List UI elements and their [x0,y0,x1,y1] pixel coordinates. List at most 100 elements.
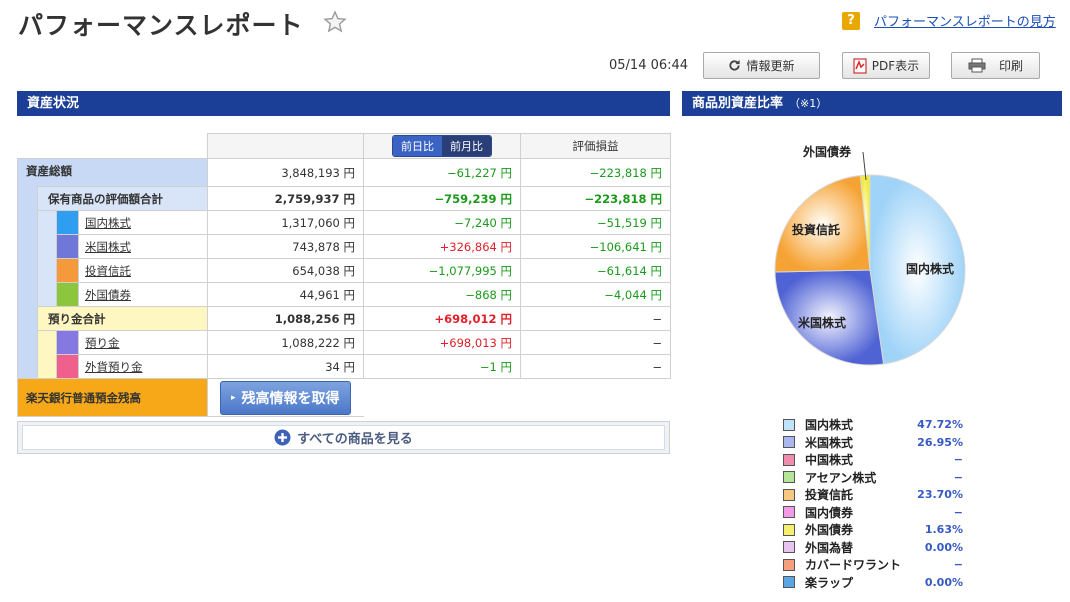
tab-day-change[interactable]: 前日比 [393,136,442,156]
category-swatch [56,234,79,259]
indent-cell [17,210,38,235]
tab-month-change[interactable]: 前月比 [442,136,491,156]
total-pl: −223,818 円 [520,158,671,187]
page-title: パフォーマンスレポート [18,11,304,40]
total-value: 3,848,193 円 [207,158,364,187]
pdf-button[interactable]: PDF表示 [842,52,930,79]
item-value: 34 円 [207,354,364,379]
legend-pct: 47.72% [917,418,963,432]
chevron-right-icon: ▸ [231,392,236,403]
table-row: 国内株式 1,317,060 円 −7,240 円 −51,519 円 [17,210,671,235]
holdings-pl: −223,818 円 [520,186,671,211]
item-value: 44,961 円 [207,282,364,307]
item-change: +326,864 円 [363,234,521,259]
see-all-products: すべての商品を見る [17,421,670,454]
item-pl: − [520,354,671,379]
legend-item: 楽ラップ 0.00% [783,574,963,592]
legend-swatch [783,453,795,466]
item-value: 1,317,060 円 [207,210,364,235]
table-row: 投資信託 654,038 円 −1,077,995 円 −61,614 円 [17,258,671,283]
assets-table: 前日比 前月比 評価損益 資産総額 3,848,193 円 −61,227 円 … [17,133,671,417]
deposits-label: 預り金合計 [37,306,208,331]
indent-cell [37,210,57,235]
holdings-label: 保有商品の評価額合計 [37,186,208,211]
indent-cell [17,234,38,259]
legend-swatch [783,576,795,589]
item-link[interactable]: 国内株式 [79,216,131,230]
fetch-balance-button[interactable]: ▸ 残高情報を取得 [220,380,351,415]
legend-swatch [783,558,795,571]
category-swatch [56,258,79,283]
refresh-label: 情報更新 [746,59,795,73]
legend-swatch [783,523,795,536]
legend-pct: 1.63% [924,523,963,537]
allocation-section-header: 商品別資産比率 （※1） [682,91,1062,116]
holdings-change: −759,239 円 [363,186,521,211]
print-button[interactable]: 印刷 [951,52,1040,79]
legend-item: 外国為替 0.00% [783,539,963,557]
legend-pct: 23.70% [917,488,963,502]
indent-cell [17,258,38,283]
indent-cell [17,354,38,379]
legend-name: 国内株式 [805,418,854,433]
comparison-tabs: 前日比 前月比 [392,135,492,157]
allocation-section-note: （※1） [789,97,828,110]
total-change: −61,227 円 [363,158,521,187]
legend-name: アセアン株式 [805,470,877,485]
pie-label-foreign-bond: 外国債券 [803,145,852,159]
legend-name: 米国株式 [805,435,854,450]
item-change: −1 円 [363,354,521,379]
legend-swatch [783,541,795,554]
legend-name: 投資信託 [805,488,854,503]
total-label: 資産総額 [17,158,208,187]
item-value: 743,878 円 [207,234,364,259]
item-link[interactable]: 米国株式 [79,240,131,254]
legend-pct: − [953,453,963,467]
item-pl: −106,641 円 [520,234,671,259]
pie-label-us: 米国株式 [798,316,847,330]
help-link[interactable]: パフォーマンスレポートの見方 [874,11,1056,30]
table-header-row: 前日比 前月比 評価損益 [17,133,671,159]
item-change: −868 円 [363,282,521,307]
col-header-pl: 評価損益 [520,133,671,159]
legend-name: 楽ラップ [805,575,854,590]
pie-leader-line [862,152,867,181]
deposits-change: +698,012 円 [363,306,521,331]
holdings-row: 保有商品の評価額合計 2,759,937 円 −759,239 円 −223,8… [17,186,671,211]
item-link[interactable]: 投資信託 [79,264,131,278]
table-row: 米国株式 743,878 円 +326,864 円 −106,641 円 [17,234,671,259]
legend-name: 国内債券 [805,505,854,520]
refresh-icon [729,59,741,71]
category-swatch [56,210,79,235]
item-pl: − [520,330,671,355]
legend-pct: 26.95% [917,435,963,449]
help-area: ? パフォーマンスレポートの見方 [842,11,1056,30]
legend-swatch [783,418,795,431]
assets-section-title: 資産状況 [27,96,80,111]
pie-label-fund: 投資信託 [792,223,841,237]
item-value: 654,038 円 [207,258,364,283]
update-timestamp: 05/14 06:44 [609,58,689,73]
legend-name: 外国為替 [805,540,854,555]
refresh-button[interactable]: 情報更新 [703,52,820,79]
pie-label-domestic: 国内株式 [906,262,955,276]
plus-circle-icon [274,429,291,446]
bank-label: 楽天銀行普通預金残高 [17,378,208,417]
category-swatch [56,330,79,355]
bank-row: 楽天銀行普通預金残高 ▸ 残高情報を取得 [17,378,671,417]
assets-section-header: 資産状況 [17,91,670,116]
item-link[interactable]: 外貨預り金 [79,360,143,374]
item-pl: −51,519 円 [520,210,671,235]
legend-pct: − [953,470,963,484]
deposits-row: 預り金合計 1,088,256 円 +698,012 円 − [17,306,671,331]
legend-swatch [783,471,795,484]
see-all-button[interactable]: すべての商品を見る [22,425,665,450]
item-link[interactable]: 預り金 [79,336,120,350]
star-icon[interactable] [323,10,347,34]
item-link[interactable]: 外国債券 [79,288,131,302]
item-pl: −4,044 円 [520,282,671,307]
table-row: 預り金 1,088,222 円 +698,013 円 − [17,330,671,355]
table-row: 外国債券 44,961 円 −868 円 −4,044 円 [17,282,671,307]
legend-item: 中国株式 − [783,451,963,469]
table-row: 外貨預り金 34 円 −1 円 − [17,354,671,379]
